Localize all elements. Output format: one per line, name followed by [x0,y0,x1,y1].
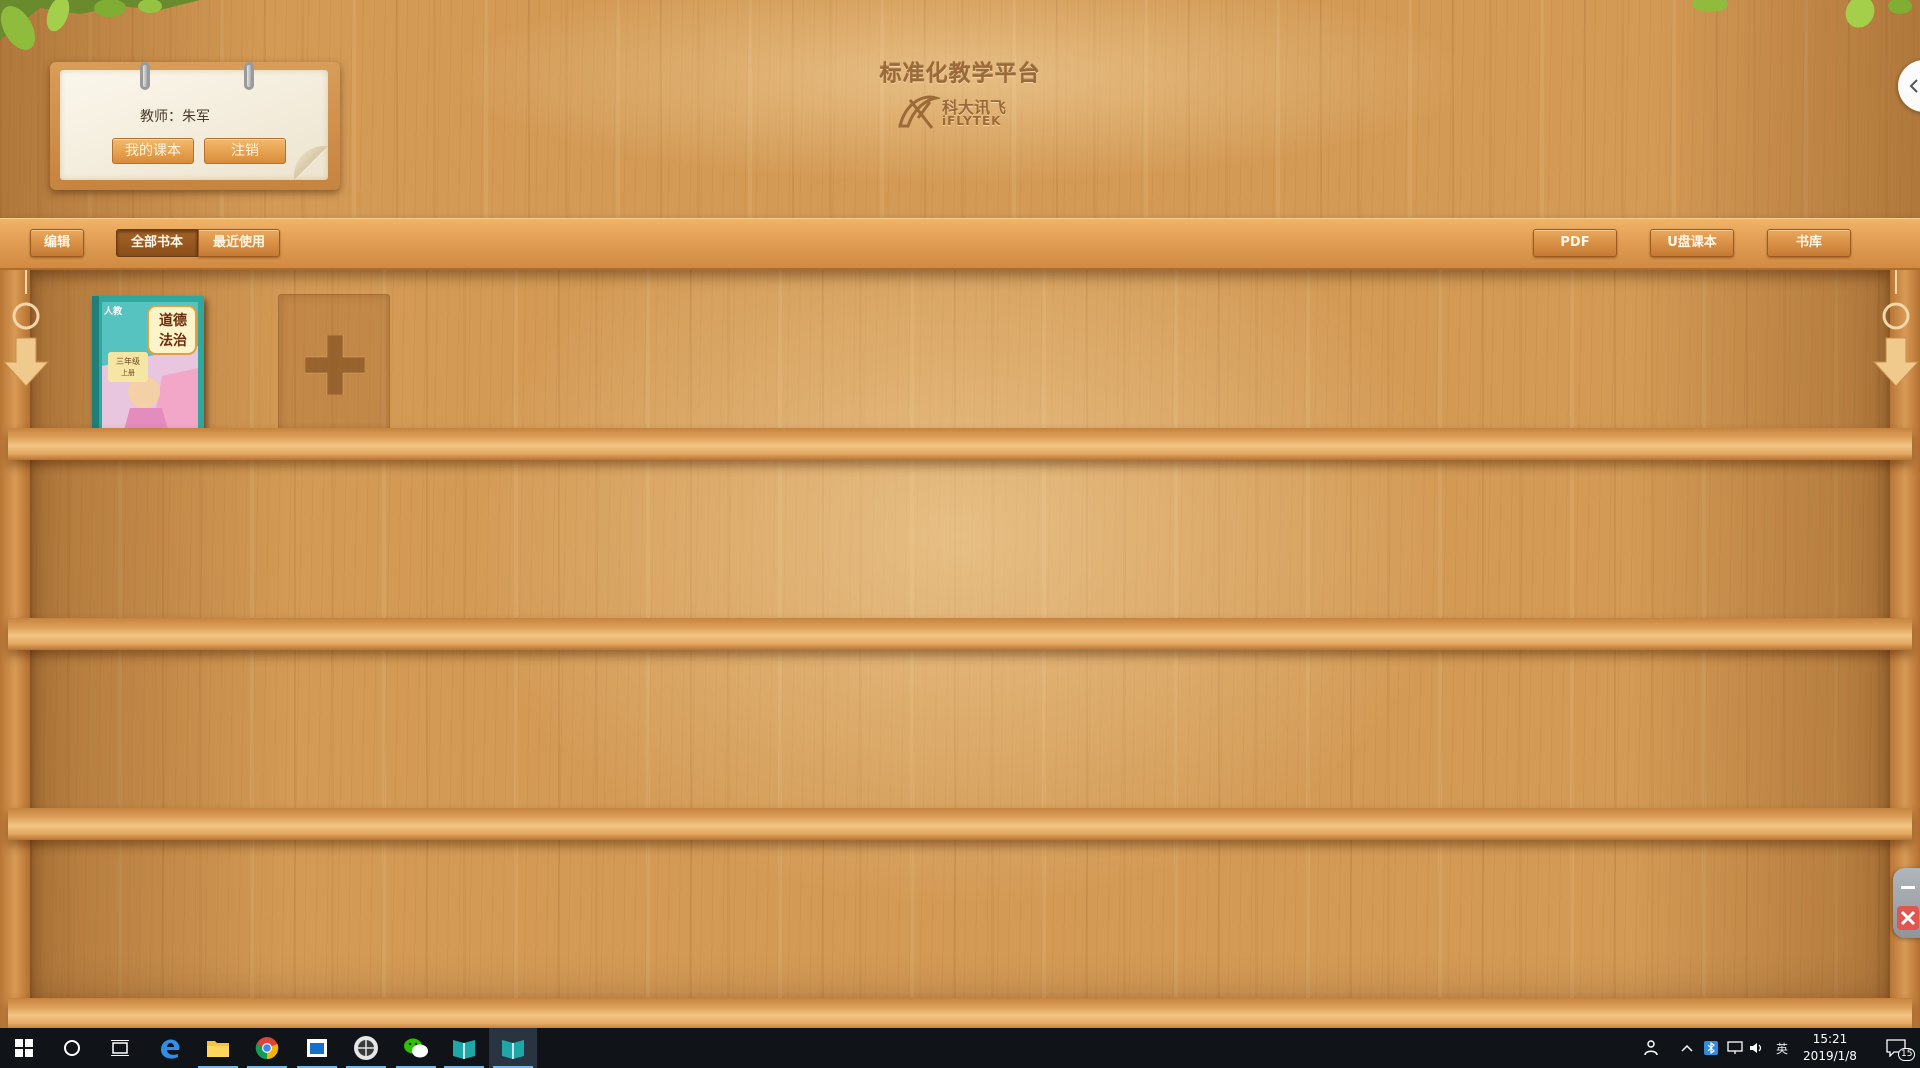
bluetooth-icon [1704,1041,1718,1055]
add-book-button[interactable] [278,294,390,434]
start-button[interactable] [0,1028,48,1068]
brand-name-en: iFLYTEK [942,114,1002,128]
iflytek-logo-icon [898,95,940,129]
task-view-button[interactable] [96,1028,144,1068]
textbook-app-icon [502,1040,524,1059]
my-textbooks-button[interactable]: 我的课本 [112,138,194,164]
search-circle-icon [64,1040,80,1056]
taskbar-app-textbook-active[interactable] [489,1028,537,1068]
arrow-down-icon[interactable] [2,270,50,390]
edge-icon [161,1039,180,1059]
globe-app-icon [354,1036,378,1060]
shelf-board [8,808,1912,840]
tab-all-books[interactable]: 全部书本 [116,229,198,257]
close-button[interactable] [1897,906,1919,930]
taskbar-app-wechat[interactable] [392,1028,440,1068]
header-panel: 教师：朱军 我的课本 注销 标准化教学平台 科大讯飞 iFLYTEK [0,0,1920,218]
taskbar-app-globe[interactable] [342,1028,390,1068]
app-logo: 标准化教学平台 科大讯飞 iFLYTEK [870,56,1050,136]
bookshelf: 道德 法治 人教 三年级 上册 [0,270,1920,1028]
teacher-card-paper: 教师：朱军 我的课本 注销 [60,62,328,180]
taskbar-app-file-explorer[interactable] [194,1028,242,1068]
plus-icon [305,335,365,395]
taskbar-app-chrome[interactable] [243,1028,291,1068]
action-center-button[interactable]: 15 [1876,1028,1916,1068]
chevron-up-icon [1681,1044,1693,1052]
side-panel-toggle[interactable] [1898,60,1920,112]
teacher-name-label: 教师：朱军 [140,109,210,125]
tab-recently-used[interactable]: 最近使用 [198,229,280,257]
tray-network[interactable] [1724,1028,1746,1068]
library-button[interactable]: 书库 [1767,229,1851,257]
task-view-icon [111,1040,129,1056]
close-icon [1900,910,1916,926]
clock-date: 2019/1/8 [1803,1049,1857,1063]
file-explorer-icon [207,1041,229,1057]
pin-icon [244,62,254,90]
windows-taskbar: 英 15:21 2019/1/8 15 [0,1028,1920,1068]
shelf-board [8,618,1912,650]
pdf-button[interactable]: PDF [1533,229,1617,257]
shelf-board [8,998,1912,1028]
tray-app-status[interactable] [1700,1028,1722,1068]
logout-button[interactable]: 注销 [204,138,286,164]
people-icon [1644,1040,1658,1056]
textbook-app-icon [453,1040,475,1059]
chevron-left-icon [1909,79,1918,93]
book-cover[interactable]: 道德 法治 人教 三年级 上册 [92,296,204,436]
minimize-button[interactable] [1897,876,1919,898]
store-icon [307,1039,327,1057]
tray-people[interactable] [1638,1028,1668,1068]
usb-textbook-button[interactable]: U盘课本 [1650,229,1734,257]
window-side-controls [1893,868,1920,938]
book-grade: 三年级 [116,357,140,366]
network-icon [1727,1041,1743,1054]
taskbar-app-store[interactable] [293,1028,341,1068]
paper-curl-decoration [294,146,328,180]
book-title-line2: 法治 [159,333,187,349]
chrome-icon [255,1037,279,1060]
windows-logo-icon [15,1039,33,1057]
leaves-left-decoration [0,0,200,50]
book-publisher-mark: 人教 [104,307,123,317]
taskbar-app-textbook[interactable] [440,1028,488,1068]
notification-count-badge: 15 [1898,1048,1916,1061]
toolbar: 编辑 全部书本 最近使用 PDF U盘课本 书库 [0,218,1920,270]
tab-group: 全部书本 最近使用 [116,229,280,257]
app-title: 标准化教学平台 [879,62,1041,87]
book-title-line1: 道德 [159,313,187,329]
wechat-icon [404,1038,428,1058]
shelf-board [8,428,1912,460]
arrow-down-icon[interactable] [1872,270,1920,390]
minimize-icon [1901,886,1915,889]
pin-icon [140,62,150,90]
teacher-card: 教师：朱军 我的课本 注销 [50,62,340,190]
tray-volume[interactable] [1746,1028,1768,1068]
taskbar-clock[interactable]: 15:21 2019/1/8 [1790,1031,1870,1065]
volume-icon [1750,1043,1762,1053]
edit-button[interactable]: 编辑 [30,229,84,257]
leaves-right-decoration [1692,0,1912,28]
book-volume: 上册 [121,369,135,377]
search-button[interactable] [48,1028,96,1068]
clock-time: 15:21 [1812,1032,1848,1046]
tray-overflow[interactable] [1676,1028,1698,1068]
taskbar-app-edge[interactable] [146,1028,194,1068]
